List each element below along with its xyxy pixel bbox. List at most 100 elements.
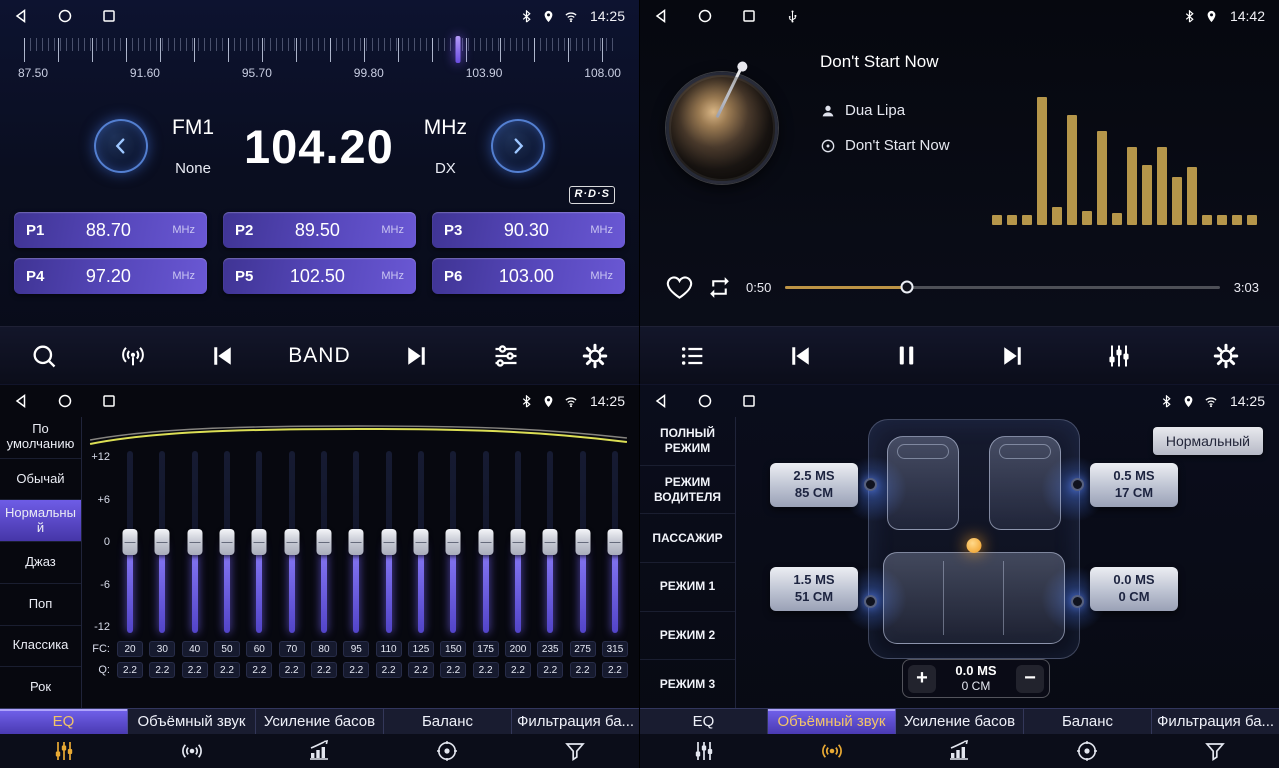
balance-tab-icon[interactable] xyxy=(383,739,511,763)
eq-slider-handle[interactable] xyxy=(478,529,493,555)
eq-slider-handle[interactable] xyxy=(155,529,170,555)
sf-mode-item[interactable]: ПОЛНЫЙ РЕЖИМ xyxy=(640,417,735,466)
eq-slider-handle[interactable] xyxy=(123,529,138,555)
listening-position-dot[interactable] xyxy=(967,538,982,553)
settings-button[interactable] xyxy=(573,342,617,370)
tab-eq[interactable]: EQ xyxy=(0,709,128,734)
eq-tab-icon[interactable] xyxy=(640,739,768,763)
recents-button[interactable] xyxy=(742,394,756,408)
eq-band-slider[interactable] xyxy=(159,451,165,633)
back-button[interactable] xyxy=(654,9,668,23)
eq-slider-handle[interactable] xyxy=(543,529,558,555)
prev-station-button[interactable] xyxy=(200,341,244,371)
tune-down-button[interactable] xyxy=(94,119,148,173)
radio-preset[interactable]: P6 103.00 MHz xyxy=(432,258,625,294)
eq-band-slider[interactable] xyxy=(547,451,553,633)
sf-mode-item[interactable]: РЕЖИМ 2 xyxy=(640,612,735,661)
tune-up-button[interactable] xyxy=(491,119,545,173)
pause-button[interactable] xyxy=(884,342,928,369)
eq-slider-handle[interactable] xyxy=(510,529,525,555)
tab-filter[interactable]: Фильтрация ба... xyxy=(512,709,639,734)
eq-preset-item[interactable]: Обычай xyxy=(0,459,81,501)
eq-band-slider[interactable] xyxy=(256,451,262,633)
eq-slider-handle[interactable] xyxy=(284,529,299,555)
next-station-button[interactable] xyxy=(395,341,439,371)
recents-button[interactable] xyxy=(102,9,116,23)
repeat-button[interactable] xyxy=(707,275,732,300)
eq-band-slider[interactable] xyxy=(127,451,133,633)
eq-preset-item[interactable]: Джаз xyxy=(0,542,81,584)
eq-band-slider[interactable] xyxy=(418,451,424,633)
eq-slider-handle[interactable] xyxy=(187,529,202,555)
front-left-delay-chip[interactable]: 2.5 MS 85 CM xyxy=(770,463,858,507)
tab-bass-boost[interactable]: Усиление басов xyxy=(896,709,1024,734)
surround-tab-icon[interactable] xyxy=(768,739,896,763)
home-button[interactable] xyxy=(58,9,72,23)
eq-band-slider[interactable] xyxy=(192,451,198,633)
tab-eq[interactable]: EQ xyxy=(640,709,768,734)
bass-boost-tab-icon[interactable] xyxy=(896,739,1024,763)
eq-slider-handle[interactable] xyxy=(446,529,461,555)
radio-preset[interactable]: P1 88.70 MHz xyxy=(14,212,207,248)
band-button[interactable]: BAND xyxy=(288,344,350,368)
front-right-delay-chip[interactable]: 0.5 MS 17 CM xyxy=(1090,463,1178,507)
rear-right-delay-chip[interactable]: 0.0 MS 0 CM xyxy=(1090,567,1178,611)
eq-band-slider[interactable] xyxy=(450,451,456,633)
eq-slider-handle[interactable] xyxy=(349,529,364,555)
eq-preset-item[interactable]: Нормальный xyxy=(0,500,81,542)
filter-tab-icon[interactable] xyxy=(511,739,639,763)
eq-band-slider[interactable] xyxy=(386,451,392,633)
eq-band-slider[interactable] xyxy=(321,451,327,633)
back-button[interactable] xyxy=(14,394,28,408)
tuner-pointer[interactable] xyxy=(456,36,461,63)
home-button[interactable] xyxy=(58,394,72,408)
home-button[interactable] xyxy=(698,9,712,23)
eq-band-slider[interactable] xyxy=(224,451,230,633)
eq-slider-handle[interactable] xyxy=(219,529,234,555)
tab-balance[interactable]: Баланс xyxy=(384,709,512,734)
rear-left-delay-chip[interactable]: 1.5 MS 51 CM xyxy=(770,567,858,611)
recents-button[interactable] xyxy=(102,394,116,408)
scan-button[interactable] xyxy=(22,342,66,370)
recents-button[interactable] xyxy=(742,9,756,23)
favorite-button[interactable] xyxy=(666,274,693,301)
eq-band-slider[interactable] xyxy=(515,451,521,633)
eq-band-slider[interactable] xyxy=(289,451,295,633)
eq-slider-handle[interactable] xyxy=(252,529,267,555)
delay-increase-button[interactable]: + xyxy=(908,665,936,693)
progress-thumb[interactable] xyxy=(900,281,913,294)
radio-preset[interactable]: P3 90.30 MHz xyxy=(432,212,625,248)
delay-decrease-button[interactable]: − xyxy=(1016,665,1044,693)
next-track-button[interactable] xyxy=(991,341,1035,371)
eq-preset-item[interactable]: Классика xyxy=(0,626,81,668)
eq-band-slider[interactable] xyxy=(483,451,489,633)
tab-surround[interactable]: Объёмный звук xyxy=(128,709,256,734)
radio-preset[interactable]: P2 89.50 MHz xyxy=(223,212,416,248)
radio-preset[interactable]: P4 97.20 MHz xyxy=(14,258,207,294)
tab-balance[interactable]: Баланс xyxy=(1024,709,1152,734)
eq-slider-handle[interactable] xyxy=(575,529,590,555)
progress-bar[interactable] xyxy=(785,286,1219,289)
radio-preset[interactable]: P5 102.50 MHz xyxy=(223,258,416,294)
sf-mode-item[interactable]: ПАССАЖИР xyxy=(640,514,735,563)
balance-tab-icon[interactable] xyxy=(1023,739,1151,763)
tab-surround[interactable]: Объёмный звук xyxy=(768,709,896,734)
sf-mode-item[interactable]: РЕЖИМ 3 xyxy=(640,660,735,709)
equalizer-button[interactable] xyxy=(1097,342,1141,370)
eq-preset-item[interactable]: Поп xyxy=(0,584,81,626)
tab-filter[interactable]: Фильтрация ба... xyxy=(1152,709,1279,734)
eq-band-slider[interactable] xyxy=(612,451,618,633)
home-button[interactable] xyxy=(698,394,712,408)
back-button[interactable] xyxy=(14,9,28,23)
eq-band-slider[interactable] xyxy=(580,451,586,633)
broadcast-button[interactable] xyxy=(111,342,155,370)
eq-band-slider[interactable] xyxy=(353,451,359,633)
eq-slider-handle[interactable] xyxy=(316,529,331,555)
eq-slider-handle[interactable] xyxy=(413,529,428,555)
eq-preset-item[interactable]: По умолчанию xyxy=(0,417,81,459)
sf-mode-item[interactable]: РЕЖИМ 1 xyxy=(640,563,735,612)
sf-mode-item[interactable]: РЕЖИМ ВОДИТЕЛЯ xyxy=(640,466,735,515)
playlist-button[interactable] xyxy=(671,342,715,370)
filter-tab-icon[interactable] xyxy=(1151,739,1279,763)
settings-button[interactable] xyxy=(1204,342,1248,370)
